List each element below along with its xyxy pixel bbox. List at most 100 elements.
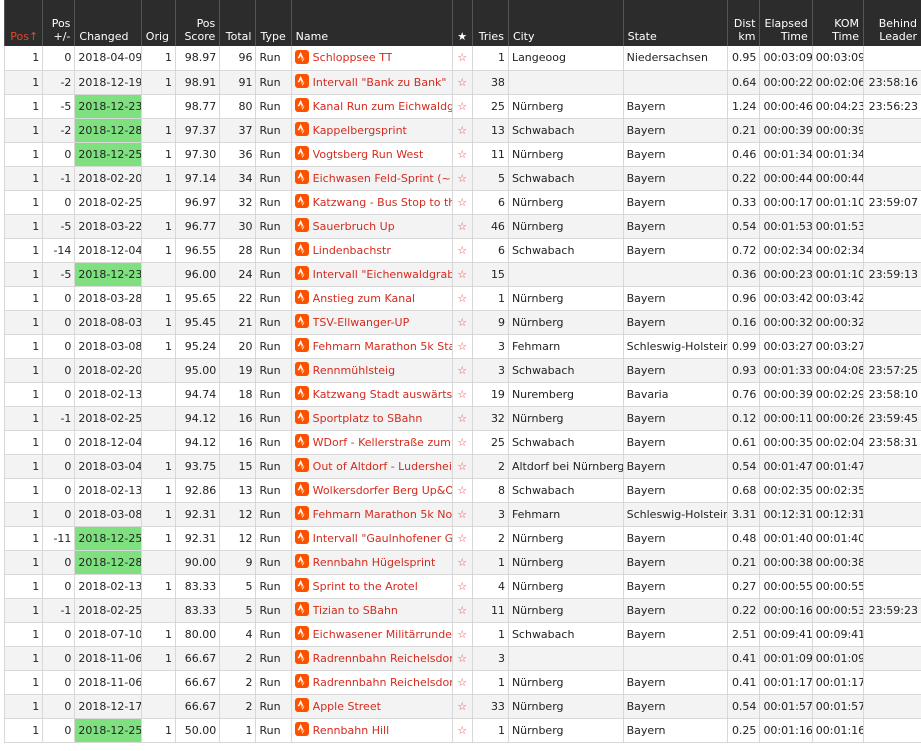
star-outline-icon[interactable]: ☆ (457, 51, 467, 64)
segment-link[interactable]: Kanal Run zum Eichwaldgr (313, 100, 452, 113)
col-city-header[interactable]: City (507, 0, 624, 46)
segment-name-cell[interactable]: Apple Street (290, 694, 453, 719)
star-outline-icon[interactable]: ☆ (457, 172, 467, 185)
segment-name-cell[interactable]: Katzwang - Bus Stop to the (290, 190, 453, 215)
col-name-header[interactable]: Name (290, 0, 453, 46)
segment-link[interactable]: Intervall "Gaulnhofener Gr (313, 532, 452, 545)
star-outline-icon[interactable]: ☆ (457, 700, 467, 713)
segment-link[interactable]: WDorf - Kellerstraße zum S (313, 436, 452, 449)
star-cell[interactable]: ☆ (451, 358, 473, 383)
col-total-header[interactable]: Total (219, 0, 256, 46)
segment-name-cell[interactable]: Rennmühlsteig (290, 358, 453, 383)
star-cell[interactable]: ☆ (451, 670, 473, 695)
segment-name-cell[interactable]: TSV-Ellwanger-UP (290, 310, 453, 335)
segment-link[interactable]: Intervall "Eichenwaldgrabe (313, 268, 452, 281)
star-cell[interactable]: ☆ (451, 598, 473, 623)
star-outline-icon[interactable]: ☆ (457, 628, 467, 641)
segment-name-cell[interactable]: Schloppsee TT (290, 46, 453, 71)
star-cell[interactable]: ☆ (451, 46, 473, 71)
col-star-header[interactable]: ★ (451, 0, 473, 46)
segment-name-cell[interactable]: Rennbahn Hügelsprint (290, 550, 453, 575)
star-outline-icon[interactable]: ☆ (457, 412, 467, 425)
segment-name-cell[interactable]: Vogtsberg Run West (290, 142, 453, 167)
col-changed-header[interactable]: Changed (74, 0, 142, 46)
segment-link[interactable]: Rennmühlsteig (313, 364, 395, 377)
segment-name-cell[interactable]: Sportplatz to SBahn (290, 406, 453, 431)
star-cell[interactable]: ☆ (451, 334, 473, 359)
star-cell[interactable]: ☆ (451, 502, 473, 527)
segment-name-cell[interactable]: Lindenbachstr (290, 238, 453, 263)
col-score-header[interactable]: Pos Score (174, 0, 220, 46)
segment-name-cell[interactable]: Radrennbahn Reichelsdorf (290, 646, 453, 671)
star-outline-icon[interactable]: ☆ (457, 220, 467, 233)
star-cell[interactable]: ☆ (451, 286, 473, 311)
segment-name-cell[interactable]: Radrennbahn Reichelsdorf (290, 670, 453, 695)
star-outline-icon[interactable]: ☆ (457, 316, 467, 329)
star-outline-icon[interactable]: ☆ (457, 148, 467, 161)
segment-link[interactable]: Rennbahn Hügelsprint (313, 556, 436, 569)
segment-link[interactable]: Sportplatz to SBahn (313, 412, 423, 425)
segment-link[interactable]: Katzwang - Bus Stop to the (313, 196, 452, 209)
star-outline-icon[interactable]: ☆ (457, 604, 467, 617)
star-cell[interactable]: ☆ (451, 214, 473, 239)
segment-link[interactable]: Wolkersdorfer Berg Up&O (313, 484, 452, 497)
segment-link[interactable]: Fehmarn Marathon 5k Nor (313, 508, 452, 521)
segment-name-cell[interactable]: Fehmarn Marathon 5k Star (290, 334, 453, 359)
star-outline-icon[interactable]: ☆ (457, 196, 467, 209)
segment-name-cell[interactable]: Katzwang Stadt auswärts (290, 382, 453, 407)
segment-name-cell[interactable]: Sprint to the Arotel (290, 574, 453, 599)
star-outline-icon[interactable]: ☆ (457, 100, 467, 113)
col-orig-header[interactable]: Orig (140, 0, 176, 46)
star-outline-icon[interactable]: ☆ (457, 652, 467, 665)
col-kom-header[interactable]: KOM Time (811, 0, 864, 46)
star-cell[interactable]: ☆ (451, 94, 473, 119)
segment-link[interactable]: Rennbahn Hill (313, 724, 389, 737)
star-outline-icon[interactable]: ☆ (457, 508, 467, 521)
star-cell[interactable]: ☆ (451, 718, 473, 743)
segment-link[interactable]: Tizian to SBahn (313, 604, 398, 617)
star-cell[interactable]: ☆ (451, 430, 473, 455)
star-cell[interactable]: ☆ (451, 238, 473, 263)
star-outline-icon[interactable]: ☆ (457, 532, 467, 545)
star-cell[interactable]: ☆ (451, 646, 473, 671)
segment-link[interactable]: Intervall "Bank zu Bank" (313, 76, 447, 89)
star-outline-icon[interactable]: ☆ (457, 76, 467, 89)
segment-name-cell[interactable]: WDorf - Kellerstraße zum S (290, 430, 453, 455)
star-outline-icon[interactable]: ☆ (457, 580, 467, 593)
segment-name-cell[interactable]: Sauerbruch Up (290, 214, 453, 239)
star-outline-icon[interactable]: ☆ (457, 364, 467, 377)
segment-link[interactable]: TSV-Ellwanger-UP (313, 316, 410, 329)
col-pos-header[interactable]: Pos↑ (3, 0, 43, 46)
segment-link[interactable]: Schloppsee TT (313, 51, 393, 64)
segment-name-cell[interactable]: Anstieg zum Kanal (290, 286, 453, 311)
col-dist-header[interactable]: Dist km (727, 0, 760, 46)
segment-link[interactable]: Katzwang Stadt auswärts (313, 388, 452, 401)
star-cell[interactable]: ☆ (451, 118, 473, 143)
star-outline-icon[interactable]: ☆ (457, 244, 467, 257)
star-cell[interactable]: ☆ (451, 526, 473, 551)
star-cell[interactable]: ☆ (451, 406, 473, 431)
col-elapsed-header[interactable]: Elapsed Time (759, 0, 813, 46)
segment-link[interactable]: Eichwasener Militärrunde (313, 628, 452, 641)
segment-link[interactable]: Fehmarn Marathon 5k Star (313, 340, 452, 353)
star-outline-icon[interactable]: ☆ (457, 724, 467, 737)
star-cell[interactable]: ☆ (451, 262, 473, 287)
segment-name-cell[interactable]: Tizian to SBahn (290, 598, 453, 623)
star-outline-icon[interactable]: ☆ (457, 556, 467, 569)
segment-name-cell[interactable]: Intervall "Gaulnhofener Gr (290, 526, 453, 551)
star-outline-icon[interactable]: ☆ (457, 340, 467, 353)
star-cell[interactable]: ☆ (451, 622, 473, 647)
star-cell[interactable]: ☆ (451, 142, 473, 167)
star-cell[interactable]: ☆ (451, 694, 473, 719)
segment-name-cell[interactable]: Eichwasen Feld-Sprint (~ 2 (290, 166, 453, 191)
segment-link[interactable]: Lindenbachstr (313, 244, 391, 257)
star-outline-icon[interactable]: ☆ (457, 460, 467, 473)
star-outline-icon[interactable]: ☆ (457, 268, 467, 281)
segment-link[interactable]: Radrennbahn Reichelsdorf (313, 676, 452, 689)
segment-name-cell[interactable]: Wolkersdorfer Berg Up&O (290, 478, 453, 503)
star-cell[interactable]: ☆ (451, 550, 473, 575)
star-outline-icon[interactable]: ☆ (457, 292, 467, 305)
star-cell[interactable]: ☆ (451, 454, 473, 479)
col-type-header[interactable]: Type (255, 0, 292, 46)
segment-name-cell[interactable]: Intervall "Bank zu Bank" (290, 70, 453, 95)
